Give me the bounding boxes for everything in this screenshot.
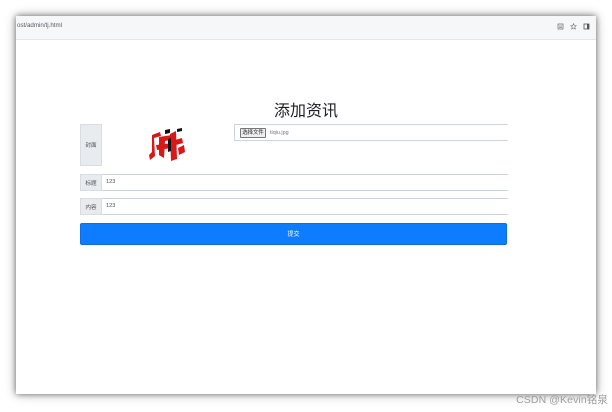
window-icon[interactable] <box>582 22 590 30</box>
star-icon[interactable] <box>569 22 577 30</box>
address-text[interactable]: ost/admin/tj.html <box>17 22 62 30</box>
selected-file-name: tiqiu.jpg <box>270 130 289 136</box>
submit-button[interactable]: 提交 <box>80 223 507 245</box>
bookmark-list-icon[interactable] <box>556 22 564 30</box>
choose-file-button[interactable]: 选择文件 <box>240 128 266 138</box>
content-input[interactable]: 123 <box>102 198 508 215</box>
browser-toolbar-icons <box>556 22 590 30</box>
cover-label: 封面 <box>80 124 102 166</box>
content-label: 内容 <box>80 198 102 215</box>
title-input[interactable]: 123 <box>102 174 508 191</box>
title-label: 标题 <box>80 174 102 191</box>
page-content: 添加资讯 封面 选择文件 tiqiu.jpg 标题 123 内容 123 提交 <box>16 40 596 394</box>
browser-window: ost/admin/tj.html 添加资讯 封面 选择文件 tiqiu.jpg… <box>16 16 596 394</box>
file-upload-field[interactable]: 选择文件 tiqiu.jpg <box>234 124 508 141</box>
address-bar[interactable]: ost/admin/tj.html <box>16 16 596 40</box>
page-title: 添加资讯 <box>273 103 338 120</box>
csdn-watermark: CSDN @Kevin铭泉 <box>516 394 608 406</box>
screenshot-stage: ost/admin/tj.html 添加资讯 封面 选择文件 tiqiu.jpg… <box>0 0 612 412</box>
cover-image <box>144 126 188 164</box>
